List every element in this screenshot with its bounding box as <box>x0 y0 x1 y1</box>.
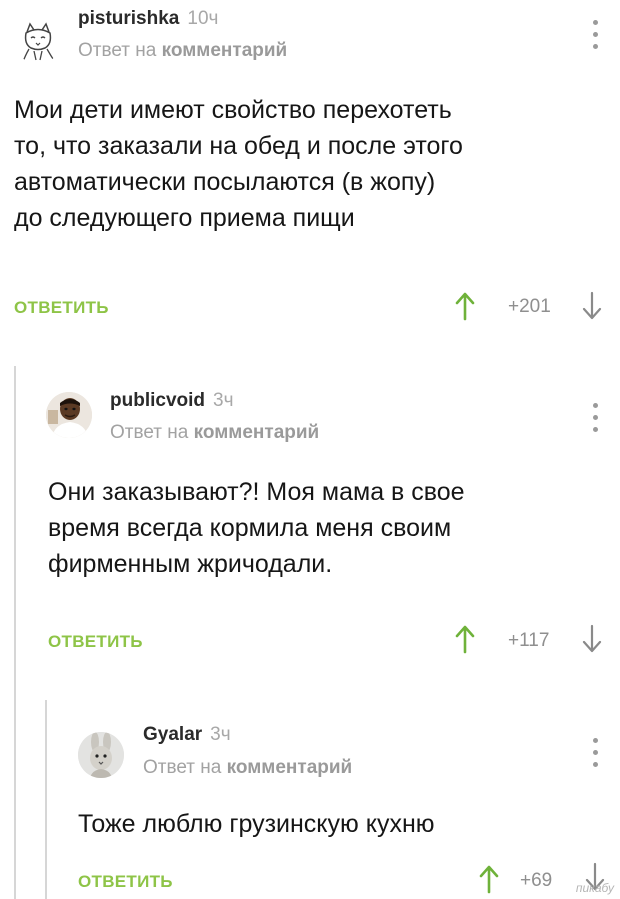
reply-button[interactable]: ОТВЕТИТЬ <box>14 298 109 318</box>
reply-to-line: Ответ на комментарий <box>143 757 352 779</box>
upvote-arrow-icon[interactable] <box>454 624 476 654</box>
upvote-arrow-icon[interactable] <box>454 291 476 321</box>
rating-score: +201 <box>508 296 551 317</box>
comment-time: 3ч <box>213 390 234 411</box>
downvote-arrow-icon[interactable] <box>581 291 603 321</box>
comment-text: Они заказывают?! Моя мама в свое время в… <box>48 478 465 578</box>
upvote-arrow-icon[interactable] <box>478 864 500 894</box>
avatar[interactable] <box>78 732 124 778</box>
reply-prefix: Ответ на <box>78 40 157 61</box>
reply-button[interactable]: ОТВЕТИТЬ <box>48 632 143 652</box>
author-name[interactable]: publicvoid 3ч <box>110 390 233 412</box>
avatar[interactable] <box>15 18 61 64</box>
reply-button[interactable]: ОТВЕТИТЬ <box>78 872 173 892</box>
comment-pisturishka: pisturishka 10ч Ответ на комментарий Мои … <box>0 0 620 340</box>
author-name[interactable]: pisturishka 10ч <box>78 8 218 30</box>
reply-prefix: Ответ на <box>143 757 222 778</box>
reply-prefix: Ответ на <box>110 422 189 443</box>
comment-publicvoid: publicvoid 3ч Ответ на комментарий Они за… <box>0 370 620 670</box>
avatar[interactable] <box>46 392 92 438</box>
comment-text: Мои дети имеют свойство перехотеть то, ч… <box>14 96 463 232</box>
rating-score: +117 <box>508 630 550 651</box>
author-name[interactable]: Gyalar 3ч <box>143 724 231 746</box>
author-name-text[interactable]: pisturishka <box>78 8 179 29</box>
more-options-icon[interactable] <box>584 735 608 771</box>
comment-time: 3ч <box>210 724 231 745</box>
reply-target-link[interactable]: комментарий <box>227 757 353 778</box>
cat-drawing-icon <box>22 22 56 63</box>
site-watermark: пикабу <box>575 881 614 895</box>
rabbit-photo-icon <box>78 732 124 778</box>
comment-gyalar: Gyalar 3ч Ответ на комментарий Тоже люблю… <box>0 700 620 899</box>
comment-text: Тоже люблю грузинскую кухню <box>78 810 435 838</box>
author-name-text[interactable]: Gyalar <box>143 724 202 745</box>
reply-target-link[interactable]: комментарий <box>162 40 288 61</box>
author-name-text[interactable]: publicvoid <box>110 390 205 411</box>
reply-to-line: Ответ на комментарий <box>110 422 319 444</box>
rating-score: +69 <box>520 870 553 891</box>
person-photo-icon <box>46 392 92 438</box>
downvote-arrow-icon[interactable] <box>581 624 603 654</box>
comment-time: 10ч <box>187 8 219 29</box>
reply-target-link[interactable]: комментарий <box>194 422 320 443</box>
more-options-icon[interactable] <box>584 400 608 436</box>
more-options-icon[interactable] <box>584 17 608 53</box>
reply-to-line: Ответ на комментарий <box>78 40 287 62</box>
